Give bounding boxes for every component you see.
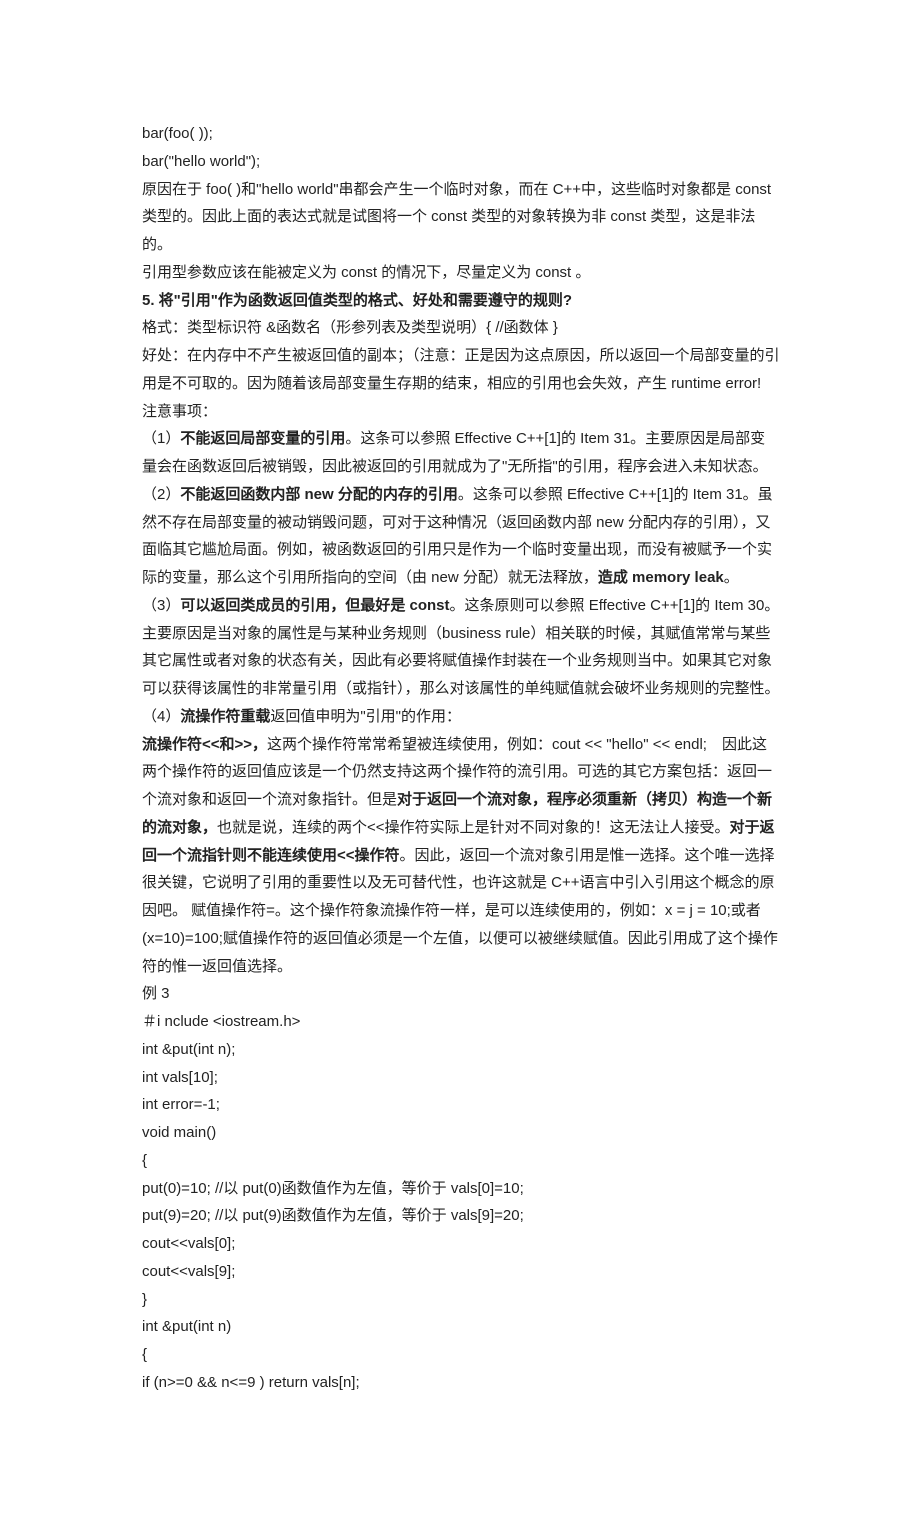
- stream-op-paragraph: 流操作符<<和>>，这两个操作符常常希望被连续使用，例如：cout << "he…: [142, 731, 780, 981]
- item-1: （1）不能返回局部变量的引用。这条可以参照 Effective C++[1]的 …: [142, 425, 780, 481]
- code-line: put(9)=20; //以 put(9)函数值作为左值，等价于 vals[9]…: [142, 1202, 780, 1230]
- item-bold: 流操作符重载: [180, 708, 270, 725]
- code-line: {: [142, 1147, 780, 1175]
- code-line: if (n>=0 && n<=9 ) return vals[n];: [142, 1369, 780, 1397]
- item-bold: 不能返回局部变量的引用: [180, 430, 345, 447]
- item-2: （2）不能返回函数内部 new 分配的内存的引用。这条可以参照 Effectiv…: [142, 481, 780, 592]
- item-prefix: （2）: [142, 486, 180, 503]
- code-line: put(0)=10; //以 put(0)函数值作为左值，等价于 vals[0]…: [142, 1175, 780, 1203]
- code-line: bar("hello world");: [142, 148, 780, 176]
- item-end: 。: [724, 569, 739, 586]
- body-text: 好处：在内存中不产生被返回值的副本；（注意：正是因为这点原因，所以返回一个局部变…: [142, 342, 780, 398]
- item-bold-2: 造成 memory leak: [598, 569, 724, 586]
- heading-5: 5. 将"引用"作为函数返回值类型的格式、好处和需要遵守的规则?: [142, 287, 780, 315]
- code-line: int &put(int n);: [142, 1036, 780, 1064]
- code-line: int &put(int n): [142, 1313, 780, 1341]
- code-line: int error=-1;: [142, 1091, 780, 1119]
- item-bold: 可以返回类成员的引用，但最好是 const: [180, 597, 449, 614]
- code-line: }: [142, 1286, 780, 1314]
- text-part: 也就是说，连续的两个<<操作符实际上是针对不同对象的！这无法让人接受。: [217, 819, 730, 836]
- item-bold: 不能返回函数内部 new 分配的内存的引用: [180, 486, 458, 503]
- body-text: 引用型参数应该在能被定义为 const 的情况下，尽量定义为 const 。: [142, 259, 780, 287]
- body-text: 原因在于 foo( )和"hello world"串都会产生一个临时对象，而在 …: [142, 176, 780, 259]
- item-prefix: （3）: [142, 597, 180, 614]
- body-text: 注意事项：: [142, 398, 780, 426]
- item-prefix: （4）: [142, 708, 180, 725]
- code-line: bar(foo( ));: [142, 120, 780, 148]
- code-line: void main(): [142, 1119, 780, 1147]
- stream-op-bold: 流操作符<<和>>，: [142, 736, 267, 753]
- code-line: {: [142, 1341, 780, 1369]
- item-rest: 返回值申明为"引用"的作用：: [270, 708, 461, 725]
- code-line: cout<<vals[9];: [142, 1258, 780, 1286]
- item-prefix: （1）: [142, 430, 180, 447]
- example-label: 例 3: [142, 980, 780, 1008]
- body-text: 格式：类型标识符 &函数名（形参列表及类型说明）{ //函数体 }: [142, 314, 780, 342]
- item-3: （3）可以返回类成员的引用，但最好是 const。这条原则可以参照 Effect…: [142, 592, 780, 703]
- code-line: int vals[10];: [142, 1064, 780, 1092]
- code-line: ＃i nclude <iostream.h>: [142, 1008, 780, 1036]
- text-part: 。因此，返回一个流对象引用是惟一选择。这个唯一选择很关键，它说明了引用的重要性以…: [142, 847, 778, 975]
- item-4: （4）流操作符重载返回值申明为"引用"的作用：: [142, 703, 780, 731]
- code-line: cout<<vals[0];: [142, 1230, 780, 1258]
